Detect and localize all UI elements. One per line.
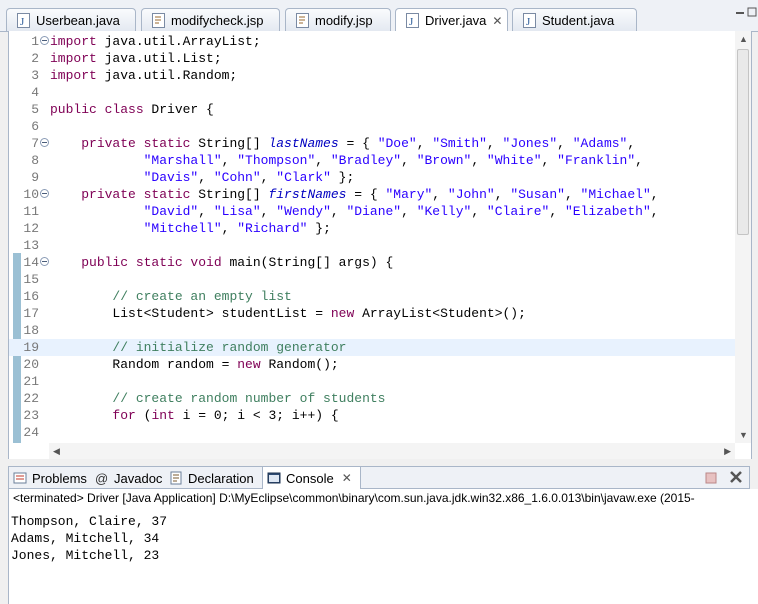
view-tab-bar: Problems @ Javadoc Declaration Console ✕ [8, 466, 750, 489]
console-launch-description: <terminated> Driver [Java Application] D… [13, 491, 695, 505]
tab-declaration[interactable]: Declaration [169, 467, 254, 489]
javadoc-at-icon: @ [95, 471, 109, 486]
tab-student-java[interactable]: J Student.java [512, 8, 637, 31]
console-line: Adams, Mitchell, 34 [11, 531, 160, 546]
declaration-icon [169, 471, 183, 485]
close-icon[interactable]: ✕ [342, 471, 352, 485]
scroll-up-icon[interactable]: ▲ [739, 34, 748, 44]
tab-label: Userbean.java [36, 12, 120, 28]
scrollbar-thumb[interactable] [737, 49, 749, 235]
code-line: 2 import java.util.List; [31, 51, 222, 66]
scroll-right-icon[interactable]: ▶ [724, 446, 731, 457]
editor-tab-bar: J Userbean.java modifycheck.jsp modify.j… [0, 0, 758, 32]
tab-label: Student.java [542, 12, 615, 28]
fold-collapse-icon[interactable] [40, 138, 49, 147]
console-line: Jones, Mitchell, 23 [11, 548, 160, 563]
code-line: 20 Random random = new Random(); [23, 357, 339, 372]
code-line: 18 [23, 323, 39, 338]
terminate-icon[interactable] [705, 471, 717, 489]
code-line: 3 import java.util.Random; [31, 68, 238, 83]
tab-console[interactable]: Console ✕ [262, 467, 361, 489]
code-line: 10 private static String[] firstNames = … [23, 187, 659, 202]
code-line: 21 [23, 374, 39, 389]
code-line: 16 // create an empty list [23, 289, 292, 304]
code-line: 8 "Marshall", "Thompson", "Bradley", "Br… [31, 153, 643, 168]
code-line: 6 [31, 119, 39, 134]
svg-text:J: J [409, 16, 414, 28]
code-line: 15 [23, 272, 39, 287]
tab-label: Driver.java [425, 13, 487, 28]
code-line: 14 public static void main(String[] args… [23, 255, 394, 270]
code-line: 22 // create random number of students [23, 391, 386, 406]
tab-problems[interactable]: Problems [13, 467, 87, 489]
jsp-file-icon [152, 12, 165, 28]
java-file-icon: J [523, 12, 536, 28]
remove-launch-icon[interactable] [729, 470, 743, 489]
code-line: 11 "David", "Lisa", "Wendy", "Diane", "K… [23, 204, 659, 219]
fold-collapse-icon[interactable] [40, 257, 49, 266]
close-icon[interactable]: ✕ [492, 14, 502, 28]
console-output-panel[interactable]: <terminated> Driver [Java Application] D… [8, 489, 758, 604]
jsp-file-icon [296, 12, 309, 28]
console-icon [267, 471, 281, 485]
tab-label: modify.jsp [315, 12, 373, 28]
code-editor[interactable]: 1 import java.util.ArrayList; 2 import jav… [8, 31, 752, 459]
tab-label: modifycheck.jsp [171, 12, 264, 28]
tab-javadoc[interactable]: @ Javadoc [95, 467, 162, 489]
fold-collapse-icon[interactable] [40, 189, 49, 198]
fold-collapse-icon[interactable] [40, 36, 49, 45]
svg-text:J: J [526, 16, 531, 28]
scroll-left-icon[interactable]: ◀ [53, 446, 60, 457]
code-line: 7 private static String[] lastNames = { … [31, 136, 636, 151]
console-toolbar [705, 470, 743, 489]
java-file-icon: J [406, 13, 419, 28]
code-line: 17 List<Student> studentList = new Array… [23, 306, 526, 321]
tab-modify-jsp[interactable]: modify.jsp [285, 8, 391, 31]
java-file-icon: J [17, 12, 30, 28]
scroll-down-icon[interactable]: ▼ [739, 430, 748, 440]
code-line: 5 public class Driver { [31, 102, 214, 117]
code-line: 13 [23, 238, 39, 253]
code-line: 24 [23, 425, 39, 440]
tab-driver-java[interactable]: J Driver.java ✕ [395, 8, 508, 32]
current-code-line: 19 // initialize random generator [9, 339, 735, 356]
tab-modifycheck-jsp[interactable]: modifycheck.jsp [141, 8, 280, 31]
code-line: 23 for (int i = 0; i < 3; i++) { [23, 408, 339, 423]
code-lines: 1 import java.util.ArrayList; 2 import jav… [9, 33, 735, 441]
code-line: 9 "Davis", "Cohn", "Clark" }; [31, 170, 355, 185]
console-output: Thompson, Claire, 37 Adams, Mitchell, 34… [11, 513, 167, 564]
horizontal-scrollbar[interactable]: ◀ ▶ [49, 443, 735, 459]
problems-icon [13, 471, 27, 485]
svg-text:J: J [20, 16, 25, 28]
code-line: 12 "Mitchell", "Richard" }; [23, 221, 331, 236]
console-line: Thompson, Claire, 37 [11, 514, 168, 529]
tab-userbean-java[interactable]: J Userbean.java [6, 8, 136, 31]
minimize-maximize-icon[interactable] [734, 6, 758, 20]
code-line: 4 [31, 85, 39, 100]
vertical-scrollbar[interactable]: ▲ ▼ [735, 31, 751, 443]
code-line: 1 import java.util.ArrayList; [31, 34, 261, 49]
